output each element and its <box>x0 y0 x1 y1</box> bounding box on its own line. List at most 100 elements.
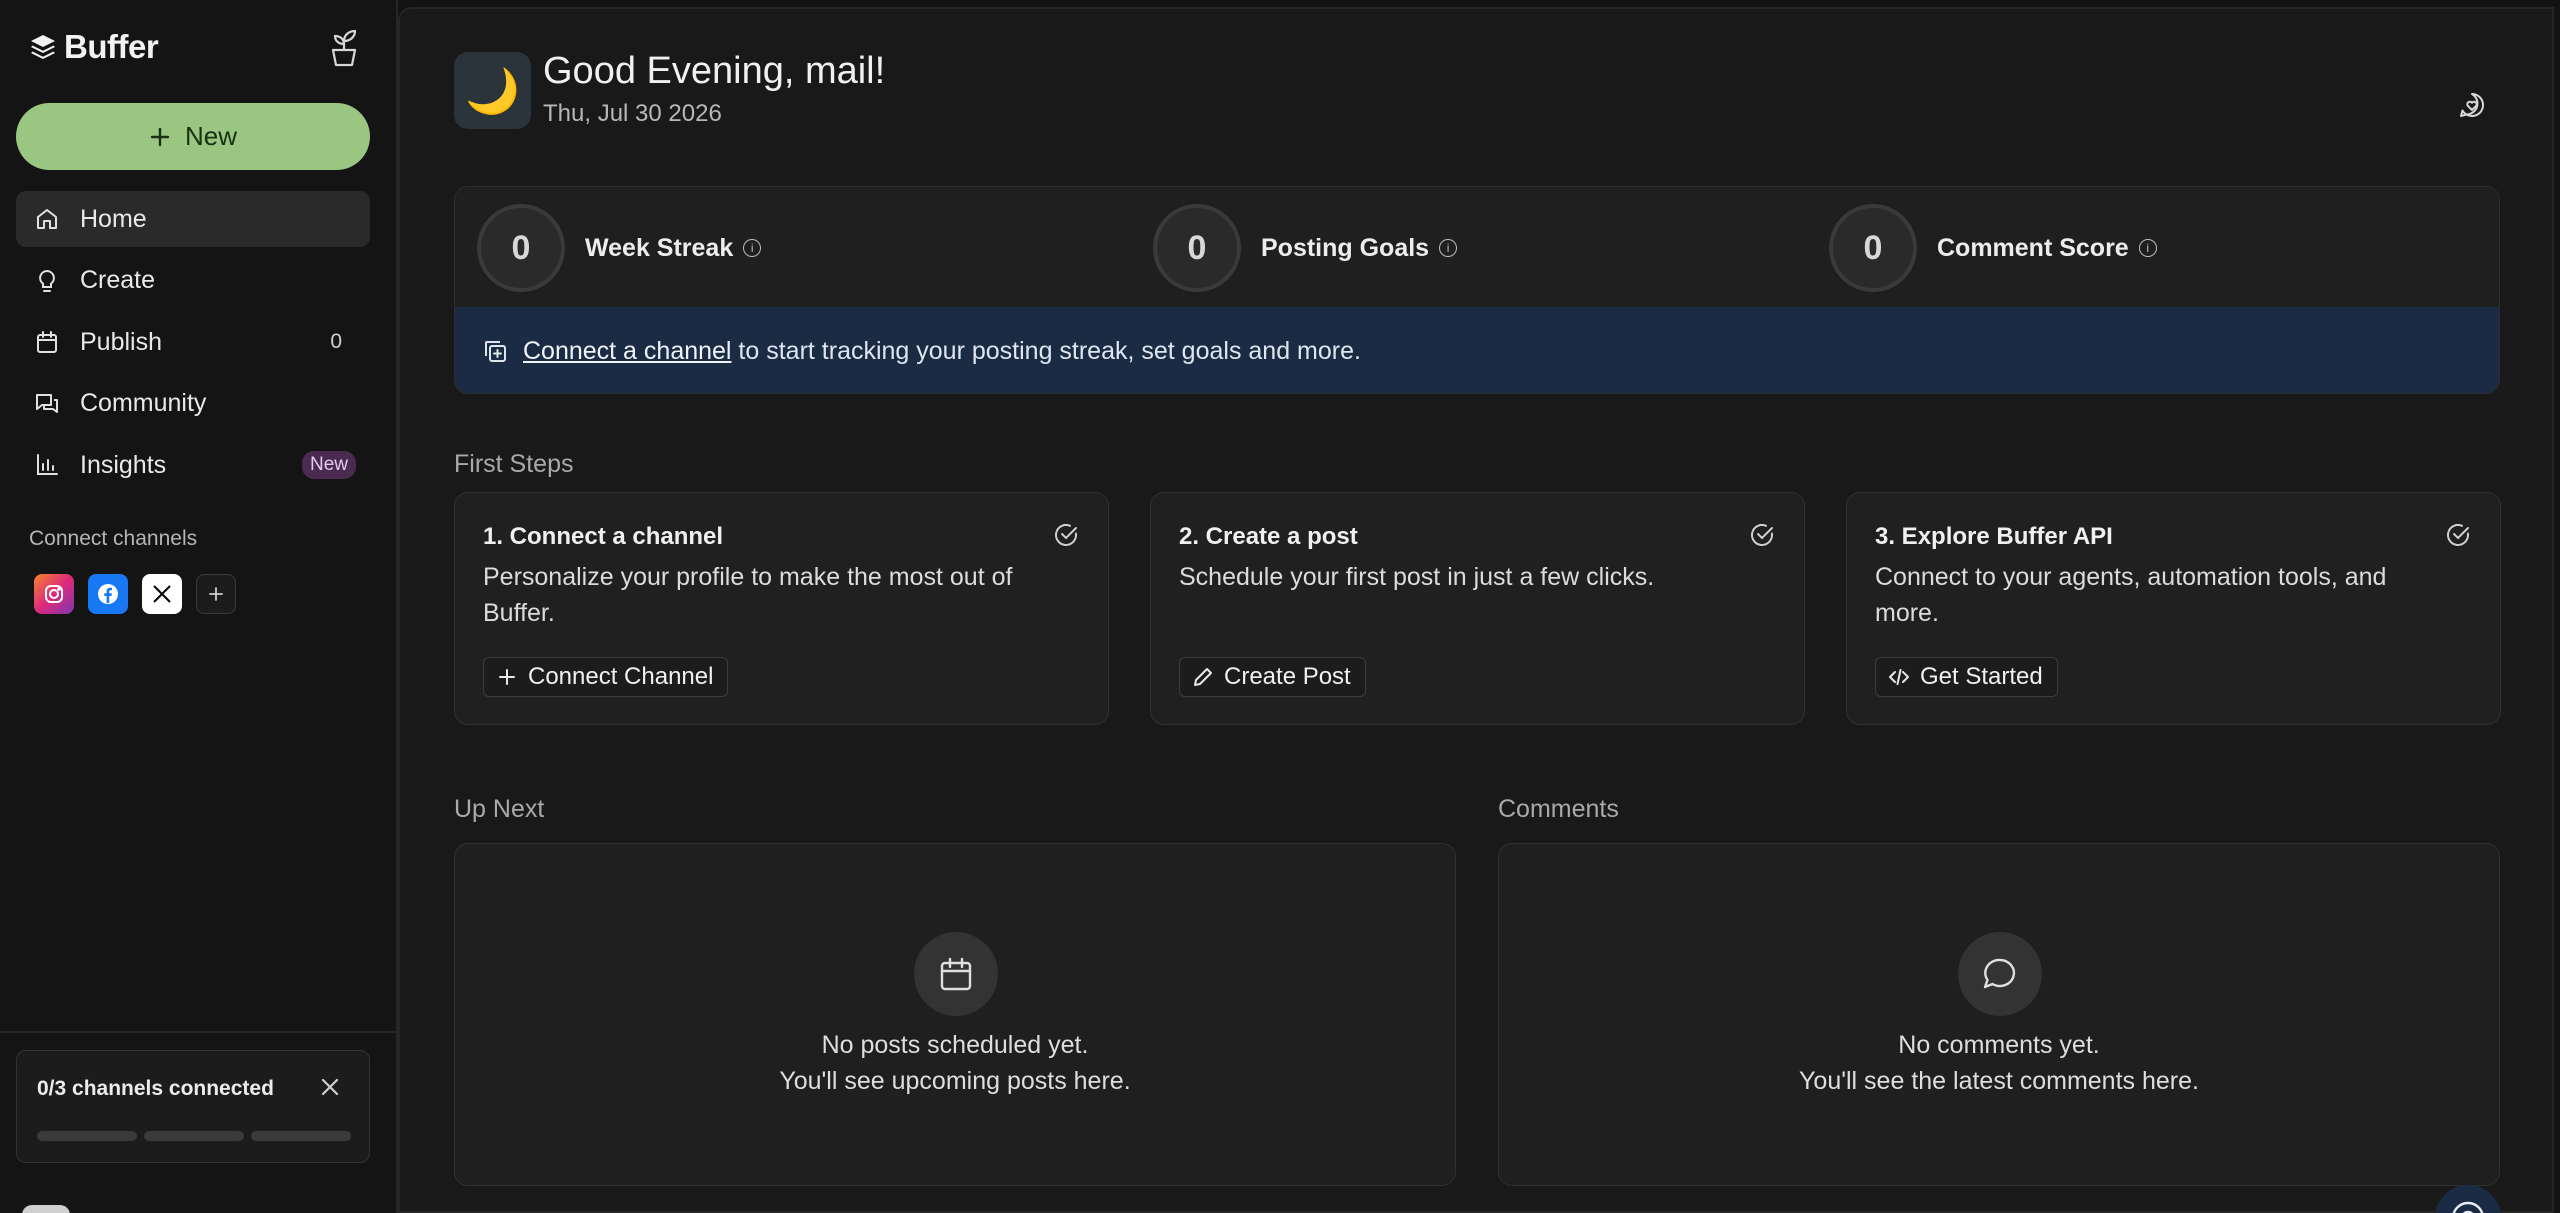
create-post-button[interactable]: Create Post <box>1179 657 1366 697</box>
bar-chart-icon <box>37 454 58 475</box>
home-icon <box>37 209 57 229</box>
step-description: Connect to your agents, automation tools… <box>1875 563 2387 627</box>
calendar-icon <box>37 331 57 353</box>
comments-card: No comments yet. You'll see the latest c… <box>1498 843 2500 1186</box>
progress-segment <box>144 1131 244 1141</box>
up-next-card: No posts scheduled yet. You'll see upcom… <box>454 843 1456 1186</box>
up-next-title: Up Next <box>454 795 545 823</box>
stat-value: 0 <box>1153 204 1241 292</box>
progress-segments <box>37 1131 351 1141</box>
sidebar-item-create[interactable]: Create <box>16 253 370 309</box>
banner-rest: to start tracking your posting streak, s… <box>731 336 1361 365</box>
comment-score-stat[interactable]: 0 Comment Score i <box>1829 204 2157 292</box>
empty-line-1: No comments yet. <box>1898 1031 2100 1059</box>
copy-plus-icon <box>485 341 506 362</box>
pencil-icon <box>1194 668 1212 686</box>
banner-text: Connect a channel to start tracking your… <box>523 337 1361 366</box>
sidebar-item-label: Publish <box>80 327 162 356</box>
chat-bubbles-icon <box>36 393 58 413</box>
stats-row: 0 Week Streak i 0 Posting Goals i 0 Comm… <box>455 187 2499 307</box>
sidebar-item-home[interactable]: Home <box>16 191 370 247</box>
info-icon[interactable]: i <box>1439 239 1458 257</box>
button-label: Connect Channel <box>528 663 714 690</box>
button-label: Create Post <box>1224 663 1351 690</box>
sidebar-item-insights[interactable]: Insights New <box>16 437 370 493</box>
week-streak-stat[interactable]: 0 Week Streak i <box>477 204 762 292</box>
info-icon[interactable]: i <box>743 239 762 257</box>
stat-label: Week Streak <box>585 233 734 262</box>
moon-icon: 🌙 <box>454 52 531 129</box>
x-channel-button[interactable] <box>142 574 182 614</box>
step-card-connect: 1. Connect a channel Personalize your pr… <box>454 492 1109 725</box>
facebook-icon <box>98 584 118 604</box>
add-channel-button[interactable] <box>196 574 236 614</box>
step-description: Personalize your profile to make the mos… <box>483 563 1013 627</box>
instagram-icon <box>45 585 63 603</box>
step-title: 3. Explore Buffer API <box>1875 523 2113 550</box>
channel-list <box>34 574 236 614</box>
sidebar-item-label: Home <box>80 204 147 233</box>
avatar[interactable] <box>22 1205 70 1213</box>
stat-label: Posting Goals <box>1261 233 1430 262</box>
close-icon[interactable] <box>319 1076 341 1098</box>
posting-goals-stat[interactable]: 0 Posting Goals i <box>1153 204 1458 292</box>
up-next-empty-text: No posts scheduled yet. You'll see upcom… <box>455 1027 1455 1099</box>
comments-empty-text: No comments yet. You'll see the latest c… <box>1499 1027 2499 1099</box>
brand-logo[interactable]: Buffer <box>28 28 159 66</box>
sidebar: Buffer New Home Create Publish 0 Communi… <box>0 0 398 1213</box>
channels-progress-card: 0/3 channels connected <box>16 1050 370 1163</box>
step-card-buffer-api: 3. Explore Buffer API Connect to your ag… <box>1846 492 2501 725</box>
sidebar-item-label: Insights <box>80 450 167 479</box>
connect-channel-button[interactable]: Connect Channel <box>483 657 729 697</box>
step-title: 2. Create a post <box>1179 523 1358 550</box>
plus-icon <box>150 127 170 146</box>
empty-line-2: You'll see upcoming posts here. <box>779 1067 1131 1095</box>
new-badge: New <box>301 451 356 479</box>
sidebar-divider <box>0 1031 396 1033</box>
step-title: 1. Connect a channel <box>483 523 724 550</box>
comment-bubble-icon <box>1983 958 2016 989</box>
sprout-icon[interactable] <box>324 26 364 68</box>
get-started-button[interactable]: Get Started <box>1875 657 2058 697</box>
lightbulb-icon <box>39 269 55 292</box>
sidebar-item-community[interactable]: Community <box>16 376 370 432</box>
new-button[interactable]: New <box>16 103 370 170</box>
code-icon <box>1889 669 1909 685</box>
first-steps-title: First Steps <box>454 450 574 478</box>
current-date: Thu, Jul 30 2026 <box>543 100 722 127</box>
calendar-icon-wrap <box>914 932 998 1016</box>
stats-card: 0 Week Streak i 0 Posting Goals i 0 Comm… <box>454 186 2500 394</box>
progress-segment <box>37 1131 137 1141</box>
facebook-channel-button[interactable] <box>88 574 128 614</box>
plus-icon <box>209 587 223 601</box>
stat-value: 0 <box>477 204 565 292</box>
check-circle-icon <box>2447 524 2469 546</box>
connect-channels-label: Connect channels <box>29 527 198 550</box>
stat-label-wrap: Week Streak i <box>585 233 762 263</box>
connect-channel-banner: Connect a channel to start tracking your… <box>455 307 2499 393</box>
comment-icon-wrap <box>1958 932 2042 1016</box>
step-card-create-post: 2. Create a post Schedule your first pos… <box>1150 492 1805 725</box>
comments-title: Comments <box>1498 795 1619 823</box>
feedback-heart-icon[interactable] <box>2457 90 2487 120</box>
sidebar-nav: Home Create Publish 0 Community Insights… <box>16 191 370 499</box>
info-icon[interactable]: i <box>2138 239 2157 257</box>
channels-connected-text: 0/3 channels connected <box>37 1077 274 1100</box>
check-circle-icon <box>1055 524 1077 546</box>
stat-label-wrap: Comment Score i <box>1937 234 2157 263</box>
stat-value: 0 <box>1829 204 1917 292</box>
instagram-channel-button[interactable] <box>34 574 74 614</box>
sidebar-item-label: Create <box>80 266 156 294</box>
step-description: Schedule your first post in just a few c… <box>1179 563 1655 591</box>
x-logo-icon <box>153 585 171 603</box>
sidebar-item-label: Community <box>80 389 207 417</box>
buffer-logo-icon <box>31 35 55 59</box>
publish-count: 0 <box>330 330 342 353</box>
plus-icon <box>499 669 515 685</box>
connect-channel-link[interactable]: Connect a channel <box>523 337 731 365</box>
empty-line-2: You'll see the latest comments here. <box>1799 1067 2199 1095</box>
progress-segment <box>251 1131 351 1141</box>
calendar-icon <box>940 957 972 991</box>
app: Buffer New Home Create Publish 0 Communi… <box>0 0 2560 1213</box>
sidebar-item-publish[interactable]: Publish 0 <box>16 314 370 370</box>
